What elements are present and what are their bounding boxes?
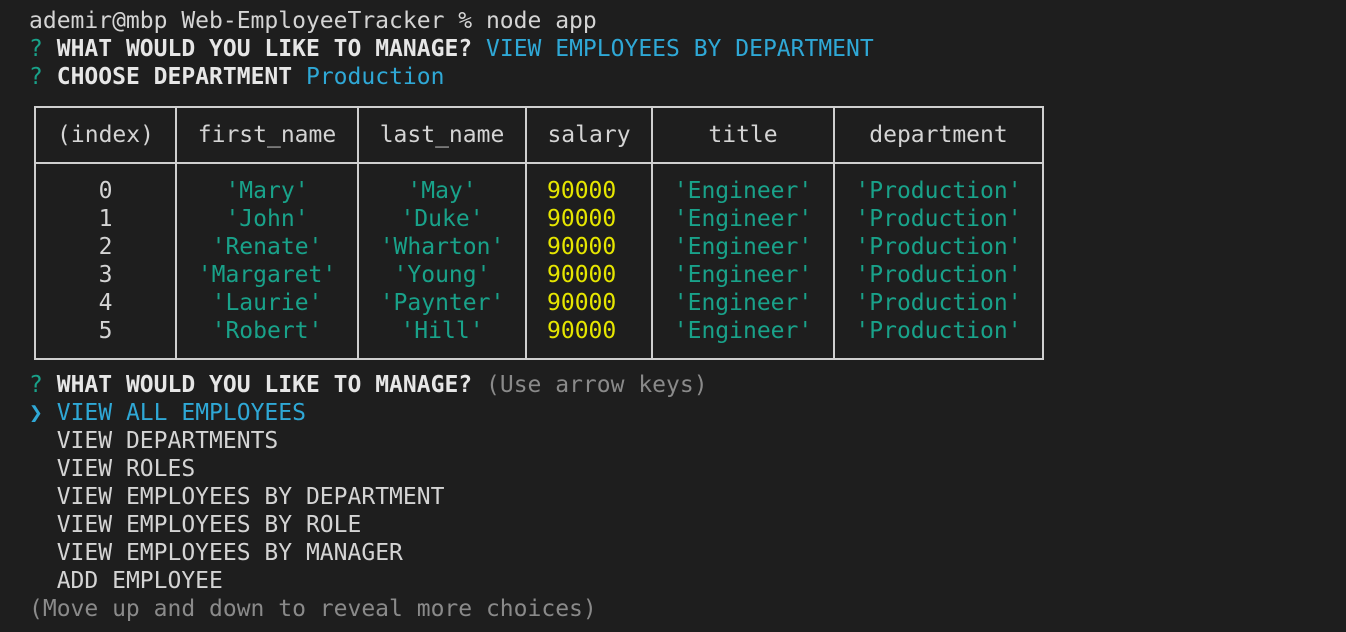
- cell-last-name: 'Hill': [400, 318, 484, 344]
- employees-table: (index) first_name last_name salary titl…: [34, 106, 1044, 360]
- choice-item[interactable]: VIEW DEPARTMENTS: [29, 427, 279, 455]
- column-header-index: (index): [57, 122, 154, 148]
- cell-last-name: 'Paynter': [379, 290, 505, 316]
- question-mark-icon: ?: [29, 372, 43, 398]
- cell-salary: 90000: [547, 178, 617, 204]
- choice-label: ADD EMPLOYEE: [56, 568, 223, 594]
- cell-department: 'Production': [855, 262, 1022, 288]
- cell-index: 5: [98, 318, 113, 344]
- cell-title: 'Engineer': [673, 290, 813, 316]
- prompt-department-answered: ? CHOOSE DEPARTMENT Production: [29, 63, 444, 91]
- cell-department: 'Production': [855, 178, 1022, 204]
- cell-department: 'Production': [855, 206, 1022, 232]
- more-choices-hint: (Move up and down to reveal more choices…: [29, 596, 597, 622]
- choice-label: VIEW EMPLOYEES BY MANAGER: [56, 540, 403, 566]
- cell-first-name: 'Renate': [211, 234, 323, 260]
- cell-title: 'Engineer': [673, 178, 813, 204]
- column-header-title: title: [708, 122, 778, 148]
- cell-first-name: 'Margaret': [197, 262, 337, 288]
- choice-item[interactable]: ADD EMPLOYEE: [29, 567, 223, 595]
- choice-label: VIEW EMPLOYEES BY DEPARTMENT: [56, 484, 445, 510]
- choice-item[interactable]: VIEW EMPLOYEES BY DEPARTMENT: [29, 483, 445, 511]
- cell-first-name: 'Laurie': [211, 290, 323, 316]
- prompt-question: CHOOSE DEPARTMENT: [56, 64, 293, 90]
- cell-title: 'Engineer': [673, 206, 813, 232]
- cell-title: 'Engineer': [673, 234, 813, 260]
- column-header-department: department: [869, 122, 1008, 148]
- cell-department: 'Production': [855, 318, 1022, 344]
- cell-title: 'Engineer': [673, 262, 813, 288]
- cell-salary: 90000: [547, 234, 617, 260]
- question-mark-icon: ?: [29, 36, 43, 62]
- pointer-icon: ❯: [29, 400, 43, 426]
- cell-first-name: 'Mary': [225, 178, 309, 204]
- choice-label: VIEW ROLES: [56, 456, 196, 482]
- cell-first-name: 'Robert': [211, 318, 323, 344]
- cell-salary: 90000: [547, 318, 617, 344]
- column-header-first-name: first_name: [197, 122, 337, 148]
- choice-item[interactable]: VIEW EMPLOYEES BY MANAGER: [29, 539, 403, 567]
- choice-label: VIEW ALL EMPLOYEES: [56, 400, 306, 426]
- choice-item[interactable]: VIEW EMPLOYEES BY ROLE: [29, 511, 362, 539]
- header-divider: [36, 162, 1042, 164]
- prompt-manage-active: ? WHAT WOULD YOU LIKE TO MANAGE? (Use ar…: [29, 371, 708, 399]
- column-header-salary: salary: [547, 122, 631, 148]
- prompt-question: WHAT WOULD YOU LIKE TO MANAGE?: [56, 36, 473, 62]
- cell-title: 'Engineer': [673, 318, 813, 344]
- cell-first-name: 'John': [225, 206, 309, 232]
- cell-index: 3: [98, 262, 113, 288]
- cell-last-name: 'Young': [393, 262, 491, 288]
- cell-index: 4: [98, 290, 113, 316]
- cell-salary: 90000: [547, 262, 617, 288]
- choice-item-selected[interactable]: ❯ VIEW ALL EMPLOYEES: [29, 399, 306, 427]
- command-line: ademir@mbp Web-EmployeeTracker % node ap…: [29, 8, 597, 34]
- question-mark-icon: ?: [29, 64, 43, 90]
- cell-index: 1: [98, 206, 113, 232]
- prompt-answer: Production: [305, 64, 445, 90]
- choice-label: VIEW DEPARTMENTS: [56, 428, 279, 454]
- cell-last-name: 'May': [407, 178, 477, 204]
- column-header-last-name: last_name: [379, 122, 505, 148]
- prompt-answer: VIEW EMPLOYEES BY DEPARTMENT: [486, 36, 874, 62]
- cell-last-name: 'Duke': [400, 206, 484, 232]
- cell-index: 0: [98, 178, 113, 204]
- cell-salary: 90000: [547, 290, 617, 316]
- cell-last-name: 'Wharton': [379, 234, 505, 260]
- cell-department: 'Production': [855, 290, 1022, 316]
- choice-label: VIEW EMPLOYEES BY ROLE: [56, 512, 362, 538]
- prompt-hint: (Use arrow keys): [486, 372, 708, 398]
- cell-salary: 90000: [547, 206, 617, 232]
- choice-item[interactable]: VIEW ROLES: [29, 455, 195, 483]
- cell-index: 2: [98, 234, 113, 260]
- prompt-question: WHAT WOULD YOU LIKE TO MANAGE?: [56, 372, 473, 398]
- cell-department: 'Production': [855, 234, 1022, 260]
- prompt-manage-answered: ? WHAT WOULD YOU LIKE TO MANAGE? VIEW EM…: [29, 35, 874, 63]
